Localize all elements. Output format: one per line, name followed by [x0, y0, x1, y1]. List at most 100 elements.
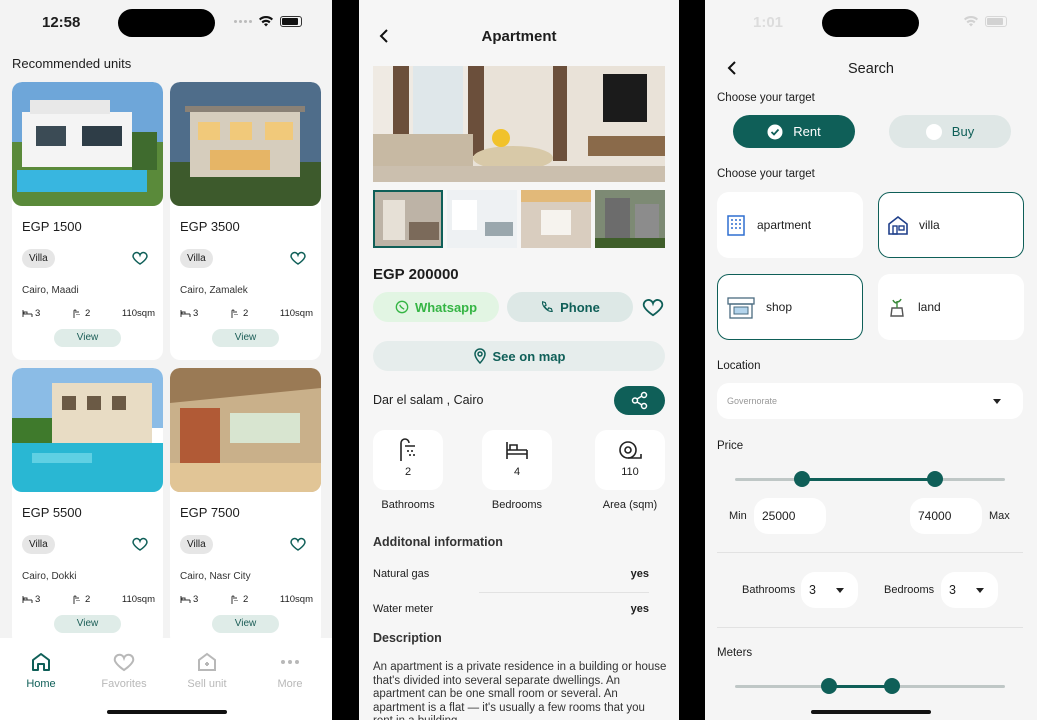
shower-icon — [73, 595, 80, 604]
favorite-heart-icon[interactable] — [289, 535, 307, 553]
area-icon — [619, 441, 642, 459]
building-icon — [727, 215, 745, 236]
search-screen: 1:01 Search Choose your target Rent Buy … — [705, 0, 1037, 720]
type-label-text: shop — [766, 300, 793, 314]
rent-toggle[interactable]: Rent — [733, 115, 855, 148]
unit-card[interactable]: EGP 5500 Villa Cairo, Dokki 3 2 110sqm V… — [12, 368, 163, 646]
unit-type-tag: Villa — [22, 249, 55, 268]
baths-count: 2 — [242, 594, 249, 605]
tab-bar: Home Favorites Sell unit More — [0, 638, 332, 720]
tab-favorites[interactable]: Favorites — [94, 650, 154, 690]
feature-label: Area (sqm) — [602, 499, 658, 511]
check-circle-icon — [767, 124, 783, 139]
baths-info: 2 — [230, 308, 248, 319]
unit-photo — [12, 82, 163, 206]
view-button[interactable]: View — [212, 615, 279, 633]
see-on-map-button[interactable]: See on map — [373, 341, 665, 371]
favorite-heart-icon[interactable] — [131, 249, 149, 267]
unit-meta: 3 2 110sqm — [180, 308, 313, 319]
home-screen: 12:58 Recommended units EGP 1500 Villa C… — [0, 0, 332, 720]
meters-min-handle[interactable] — [821, 678, 837, 694]
home-indicator — [811, 710, 931, 714]
price-range-slider[interactable] — [735, 471, 1005, 487]
info-key: Water meter — [373, 603, 434, 615]
type-shop[interactable]: shop — [717, 274, 863, 340]
max-label: Max — [989, 510, 1010, 522]
meters-range-slider[interactable] — [735, 678, 1005, 694]
phone-button[interactable]: Phone — [507, 292, 633, 322]
governorate-select[interactable]: Governorate — [717, 383, 1023, 419]
phone-label: Phone — [560, 299, 600, 315]
thumbnail[interactable] — [595, 190, 665, 248]
view-button[interactable]: View — [54, 615, 121, 633]
chevron-down-icon — [976, 588, 984, 593]
unit-price: EGP 7500 — [180, 505, 240, 520]
info-row: Water meter yes — [373, 603, 649, 615]
price-max-handle[interactable] — [927, 471, 943, 487]
bathrooms-value: 3 — [809, 583, 816, 597]
meters-range-fill — [829, 685, 892, 688]
shower-icon — [231, 309, 238, 318]
area-info: 110sqm — [279, 308, 313, 319]
type-label-text: villa — [919, 218, 940, 232]
tab-more[interactable]: More — [260, 650, 320, 690]
favorite-heart-icon[interactable] — [642, 297, 664, 317]
meters-label: Meters — [717, 647, 753, 659]
favorite-heart-icon[interactable] — [289, 249, 307, 267]
bed-icon — [22, 596, 33, 603]
description-title: Description — [373, 631, 442, 645]
section-title: Recommended units — [12, 56, 132, 71]
type-villa[interactable]: villa — [878, 192, 1024, 258]
signal-icon — [234, 19, 252, 23]
beds-info: 3 — [180, 308, 198, 319]
baths-count: 2 — [84, 594, 91, 605]
unit-price: EGP 1500 — [22, 219, 82, 234]
whatsapp-icon — [395, 300, 409, 314]
unit-card[interactable]: EGP 7500 Villa Cairo, Nasr City 3 2 110s… — [170, 368, 321, 646]
bathrooms-dropdown[interactable]: 3 — [801, 572, 858, 608]
view-button[interactable]: View — [212, 329, 279, 347]
bathrooms-label: Bathrooms — [742, 584, 796, 596]
unit-location: Cairo, Maadi — [22, 285, 79, 296]
feature-value: 4 — [513, 466, 521, 478]
heart-icon — [113, 653, 135, 672]
divider — [479, 592, 649, 593]
buy-toggle[interactable]: Buy — [889, 115, 1011, 148]
type-label: Choose your target — [717, 168, 815, 180]
unit-card[interactable]: EGP 3500 Villa Cairo, Zamalek 3 2 110sqm… — [170, 82, 321, 360]
type-apartment[interactable]: apartment — [717, 192, 863, 258]
unit-type-tag: Villa — [180, 535, 213, 554]
favorite-heart-icon[interactable] — [131, 535, 149, 553]
max-price-input[interactable]: 74000 — [910, 498, 982, 534]
tab-home[interactable]: Home — [11, 650, 71, 690]
price-range-fill — [802, 478, 935, 481]
shower-icon — [73, 309, 80, 318]
tab-sell-unit[interactable]: Sell unit — [177, 650, 237, 690]
baths-count: 2 — [84, 308, 91, 319]
type-land[interactable]: land — [878, 274, 1024, 340]
land-icon — [890, 298, 904, 317]
unit-card[interactable]: EGP 1500 Villa Cairo, Maadi 3 2 110sqm V… — [12, 82, 163, 360]
bedrooms-dropdown[interactable]: 3 — [941, 572, 998, 608]
main-photo[interactable] — [373, 66, 665, 182]
thumbnail[interactable] — [447, 190, 517, 248]
view-button[interactable]: View — [54, 329, 121, 347]
whatsapp-button[interactable]: Whatsapp — [373, 292, 499, 322]
beds-info: 3 — [22, 594, 40, 605]
share-button[interactable] — [614, 386, 665, 415]
thumbnail[interactable] — [373, 190, 443, 248]
description-text: An apartment is a private residence in a… — [373, 661, 667, 720]
meters-max-handle[interactable] — [884, 678, 900, 694]
thumbnail[interactable] — [521, 190, 591, 248]
home-indicator — [107, 710, 227, 714]
price-min-handle[interactable] — [794, 471, 810, 487]
min-price-input[interactable]: 25000 — [754, 498, 826, 534]
min-label: Min — [729, 510, 747, 522]
shop-icon — [727, 297, 755, 319]
info-key: Natural gas — [373, 568, 430, 580]
home-icon — [32, 653, 50, 671]
info-row: Natural gas yes — [373, 568, 649, 580]
page-title: Search — [848, 61, 894, 77]
feature-bedrooms: 4 — [482, 430, 552, 490]
unit-price: EGP 200000 — [373, 266, 459, 283]
